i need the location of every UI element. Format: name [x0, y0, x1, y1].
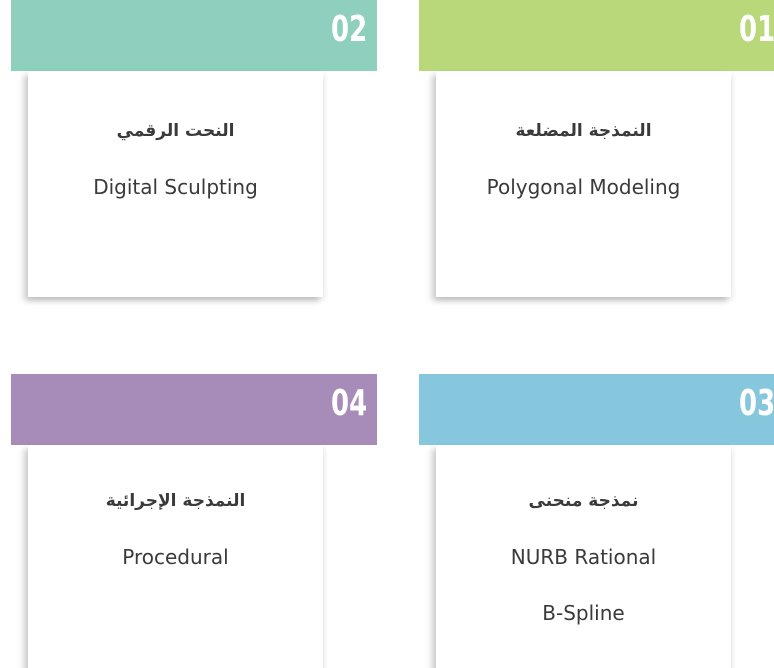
card-body: النمذجة المضلعة Polygonal Modeling: [436, 71, 731, 297]
card-number: 01: [738, 9, 774, 50]
card-number: 04: [330, 383, 367, 424]
card-nurb: 03 نمذجة منحنى NURB Rational B-Spline: [419, 374, 774, 668]
card-header: 03: [419, 374, 774, 445]
card-title-english: Procedural: [122, 545, 229, 569]
card-procedural: 04 النمذجة الإجرائية Procedural: [11, 374, 377, 668]
card-header: 02: [11, 0, 377, 71]
card-title-english-line-2: B-Spline: [542, 601, 625, 625]
card-title-arabic: نمذجة منحنى: [528, 491, 639, 511]
card-polygonal-modeling: 01 النمذجة المضلعة Polygonal Modeling: [419, 0, 774, 300]
card-number: 03: [738, 383, 774, 424]
card-title-english: Polygonal Modeling: [486, 175, 681, 199]
card-title-arabic: النمذجة المضلعة: [515, 121, 652, 141]
card-digital-sculpting: 02 النحت الرقمي Digital Sculpting: [11, 0, 377, 300]
card-header: 04: [11, 374, 377, 445]
card-title-arabic: النحت الرقمي: [116, 121, 235, 141]
card-body: النحت الرقمي Digital Sculpting: [28, 71, 323, 297]
card-header: 01: [419, 0, 774, 71]
card-title-arabic: النمذجة الإجرائية: [105, 491, 246, 511]
card-title-english-line-1: NURB Rational: [510, 545, 657, 569]
card-body: النمذجة الإجرائية Procedural: [28, 445, 323, 668]
card-body: نمذجة منحنى NURB Rational B-Spline: [436, 445, 731, 668]
card-title-english: Digital Sculpting: [93, 175, 258, 199]
card-number: 02: [330, 9, 367, 50]
